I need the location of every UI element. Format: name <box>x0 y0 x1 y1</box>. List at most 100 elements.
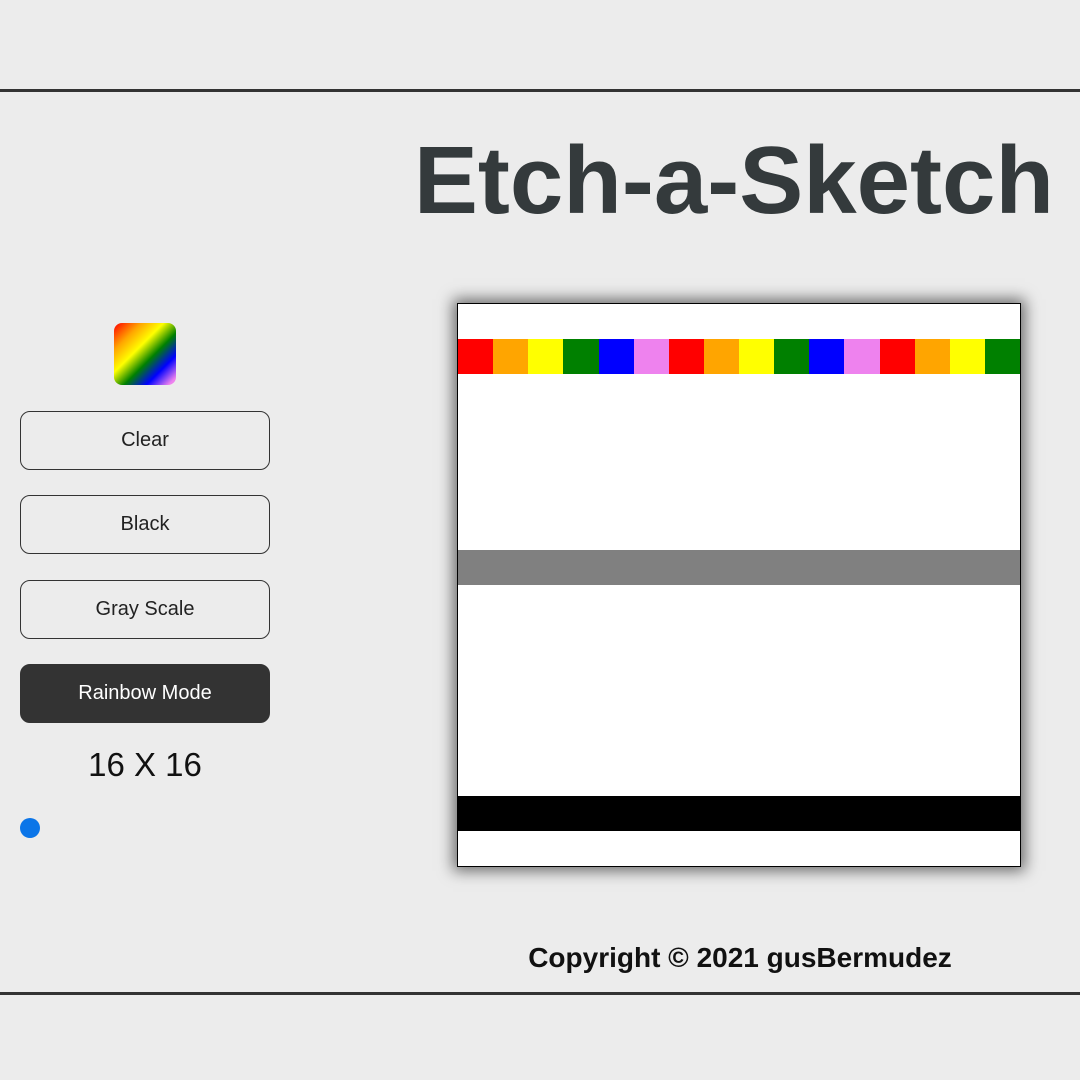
grid-cell[interactable] <box>458 445 493 480</box>
grid-cell[interactable] <box>914 549 950 585</box>
grid-cell[interactable] <box>634 480 669 515</box>
grid-cell[interactable] <box>915 655 950 690</box>
grid-cell[interactable] <box>880 620 915 655</box>
grid-cell[interactable] <box>528 304 563 339</box>
grid-cell[interactable] <box>704 831 739 866</box>
grid-cell[interactable] <box>704 585 739 620</box>
grid-cell[interactable] <box>950 620 985 655</box>
grid-cell[interactable] <box>563 339 599 375</box>
grid-cell[interactable] <box>739 445 774 480</box>
grid-cell[interactable] <box>985 726 1020 761</box>
grid-cell[interactable] <box>949 795 985 831</box>
grid-cell[interactable] <box>528 409 563 444</box>
grid-cell[interactable] <box>739 795 775 831</box>
sketch-canvas[interactable] <box>457 303 1021 867</box>
grid-cell[interactable] <box>739 761 774 796</box>
grid-cell[interactable] <box>528 549 564 585</box>
grid-cell[interactable] <box>809 515 844 550</box>
grid-cell[interactable] <box>985 480 1020 515</box>
grid-cell[interactable] <box>599 585 634 620</box>
grid-cell[interactable] <box>669 620 704 655</box>
grid-cell[interactable] <box>493 655 528 690</box>
grid-cell[interactable] <box>528 690 563 725</box>
grid-cell[interactable] <box>669 690 704 725</box>
grid-cell[interactable] <box>634 585 669 620</box>
grid-cell[interactable] <box>528 795 564 831</box>
grid-cell[interactable] <box>599 480 634 515</box>
grid-cell[interactable] <box>563 761 598 796</box>
grid-cell[interactable] <box>528 585 563 620</box>
grid-cell[interactable] <box>844 726 879 761</box>
grid-cell[interactable] <box>528 515 563 550</box>
grid-cell[interactable] <box>598 795 634 831</box>
grid-cell[interactable] <box>563 549 599 585</box>
grid-cell[interactable] <box>915 585 950 620</box>
grid-cell[interactable] <box>563 620 598 655</box>
grid-cell[interactable] <box>599 445 634 480</box>
grid-cell[interactable] <box>704 304 739 339</box>
grid-cell[interactable] <box>563 304 598 339</box>
grid-cell[interactable] <box>880 831 915 866</box>
grid-cell[interactable] <box>704 726 739 761</box>
grid-cell[interactable] <box>493 549 529 585</box>
grid-cell[interactable] <box>774 795 810 831</box>
grid-cell[interactable] <box>739 620 774 655</box>
grid-cell[interactable] <box>563 655 598 690</box>
grid-cell[interactable] <box>493 831 528 866</box>
grid-cell[interactable] <box>528 655 563 690</box>
grid-cell[interactable] <box>704 409 739 444</box>
grid-cell[interactable] <box>809 339 845 375</box>
grid-cell[interactable] <box>634 445 669 480</box>
grid-cell[interactable] <box>739 726 774 761</box>
grid-cell[interactable] <box>704 761 739 796</box>
grid-cell[interactable] <box>774 585 809 620</box>
grid-cell[interactable] <box>598 339 634 375</box>
grid-cell[interactable] <box>563 515 598 550</box>
grid-cell[interactable] <box>599 620 634 655</box>
grid-cell[interactable] <box>739 339 775 375</box>
grid-cell[interactable] <box>985 761 1020 796</box>
grid-cell[interactable] <box>774 726 809 761</box>
grid-cell[interactable] <box>669 409 704 444</box>
grid-cell[interactable] <box>774 831 809 866</box>
grid-cell[interactable] <box>528 445 563 480</box>
grid-cell[interactable] <box>739 655 774 690</box>
grid-cell[interactable] <box>599 304 634 339</box>
grid-cell[interactable] <box>493 409 528 444</box>
grid-cell[interactable] <box>880 409 915 444</box>
grid-cell[interactable] <box>704 690 739 725</box>
grid-cell[interactable] <box>880 585 915 620</box>
grid-cell[interactable] <box>880 374 915 409</box>
grid-cell[interactable] <box>669 585 704 620</box>
grid-cell[interactable] <box>880 515 915 550</box>
grid-cell[interactable] <box>633 549 669 585</box>
grid-cell[interactable] <box>634 409 669 444</box>
grid-cell[interactable] <box>880 726 915 761</box>
grid-cell[interactable] <box>493 304 528 339</box>
grid-size-slider[interactable] <box>20 818 270 838</box>
grid-cell[interactable] <box>915 445 950 480</box>
grid-cell[interactable] <box>599 409 634 444</box>
grid-cell[interactable] <box>915 690 950 725</box>
grid-cell[interactable] <box>774 339 810 375</box>
grid-cell[interactable] <box>915 515 950 550</box>
grid-cell[interactable] <box>809 831 844 866</box>
grid-cell[interactable] <box>563 374 598 409</box>
grid-cell[interactable] <box>774 374 809 409</box>
grid-cell[interactable] <box>669 480 704 515</box>
grid-cell[interactable] <box>563 831 598 866</box>
grid-cell[interactable] <box>528 339 564 375</box>
grid-cell[interactable] <box>634 831 669 866</box>
grid-cell[interactable] <box>668 339 704 375</box>
grid-cell[interactable] <box>950 374 985 409</box>
grid-cell[interactable] <box>563 480 598 515</box>
grid-cell[interactable] <box>880 761 915 796</box>
grid-cell[interactable] <box>634 304 669 339</box>
grid-cell[interactable] <box>599 761 634 796</box>
grid-cell[interactable] <box>493 445 528 480</box>
grid-cell[interactable] <box>669 445 704 480</box>
grid-cell[interactable] <box>950 445 985 480</box>
grid-cell[interactable] <box>493 480 528 515</box>
grid-cell[interactable] <box>493 761 528 796</box>
grid-cell[interactable] <box>634 761 669 796</box>
